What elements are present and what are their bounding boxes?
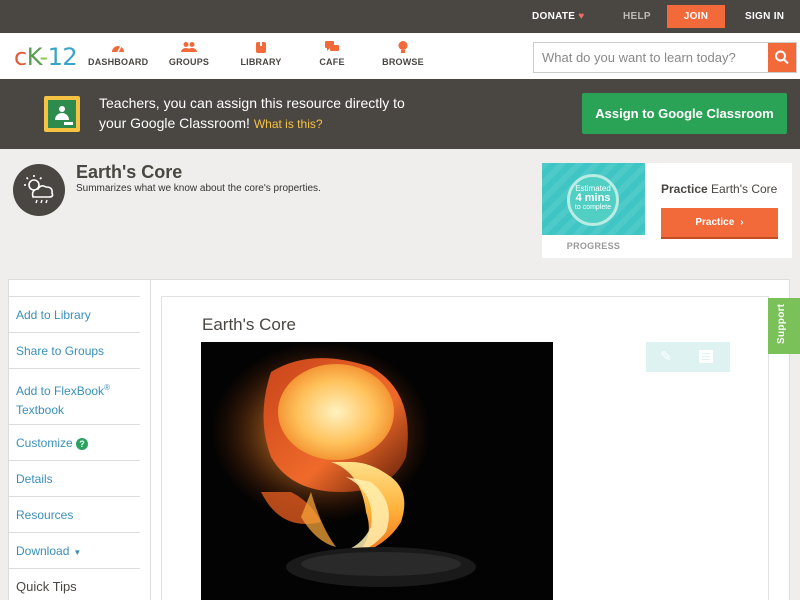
to-complete-label: to complete [574, 204, 612, 211]
nav-groups-label: GROUPS [168, 57, 210, 67]
share-to-groups-link[interactable]: Share to Groups [8, 332, 140, 368]
nav-browse-label: BROWSE [382, 57, 424, 67]
practice-card: Estimated 4 mins to complete PROGRESS Pr… [542, 163, 792, 258]
sidebar: Add to Library Share to Groups Add to Fl… [8, 296, 140, 600]
search-input[interactable] [534, 43, 769, 72]
cafe-icon [314, 41, 350, 57]
add-to-library-link[interactable]: Add to Library [8, 296, 140, 332]
main-nav: cK-12 DASHBOARD GROUPS LIBRARY CAFE BROW… [0, 33, 800, 79]
sidebar-divider [150, 279, 151, 600]
search-icon [775, 50, 789, 65]
support-label: Support [776, 303, 787, 344]
caret-down-icon: ▼ [73, 548, 82, 557]
textbook-label: Textbook [16, 403, 65, 417]
what-is-this-link[interactable]: What is this? [254, 117, 323, 131]
library-icon [239, 41, 283, 57]
search-box [533, 42, 797, 73]
chevron-right-icon: › [740, 217, 744, 228]
download-link[interactable]: Download ▼ [8, 532, 140, 568]
details-link[interactable]: Details [8, 460, 140, 496]
download-label: Download [16, 544, 70, 558]
customize-label: Customize [16, 436, 73, 450]
lesson-title: Earth's Core [202, 315, 296, 334]
add-to-flexbook-label: Add to FlexBook [16, 384, 105, 398]
nav-library-label: LIBRARY [240, 57, 282, 67]
molten-metal-image [201, 342, 553, 600]
estimated-minutes: 4 mins [575, 192, 611, 204]
banner-text-line2: your Google Classroom! [99, 115, 250, 131]
ck12-logo[interactable]: cK-12 [14, 43, 78, 71]
quick-tips-heading: Quick Tips [8, 568, 140, 600]
help-icon[interactable]: ? [76, 437, 89, 450]
logo-k: K [26, 43, 40, 71]
dashboard-icon [88, 41, 148, 57]
concept-subtitle: Summarizes what we know about the core's… [76, 183, 321, 194]
help-link[interactable]: HELP [623, 0, 651, 33]
banner-text-line1: Teachers, you can assign this resource d… [99, 95, 405, 111]
pencil-icon[interactable]: ✎ [660, 348, 672, 365]
nav-cafe-label: CAFE [319, 57, 345, 67]
estimated-time-badge: Estimated 4 mins to complete [567, 174, 619, 226]
groups-icon [167, 41, 211, 57]
practice-button-label: Practice [695, 217, 735, 228]
donate-link[interactable]: DONATE ♥ [532, 0, 585, 33]
top-utility-bar: DONATE ♥ HELP JOIN SIGN IN [0, 0, 800, 33]
add-to-flexbook-link[interactable]: Add to FlexBook® Textbook [8, 368, 140, 424]
customize-link[interactable]: Customize ? [8, 424, 140, 460]
practice-title-rest: Earth's Core [707, 182, 778, 196]
practice-thumbnail[interactable]: Estimated 4 mins to complete [542, 163, 645, 235]
browse-icon [381, 41, 425, 57]
logo-dash: - [39, 43, 48, 71]
practice-button[interactable]: Practice › [661, 208, 778, 239]
sign-in-link[interactable]: SIGN IN [745, 0, 784, 33]
nav-dashboard[interactable]: DASHBOARD [88, 41, 148, 67]
nav-groups[interactable]: GROUPS [167, 41, 211, 67]
donate-label: DONATE [532, 11, 576, 22]
weather-icon [13, 164, 65, 216]
support-tab[interactable]: Support [768, 298, 800, 354]
lesson-toolbar: ✎ [646, 342, 730, 372]
practice-title: Practice Earth's Core [661, 182, 777, 196]
progress-label: PROGRESS [566, 241, 621, 251]
nav-cafe[interactable]: CAFE [314, 41, 350, 67]
assign-to-google-classroom-button[interactable]: Assign to Google Classroom [582, 93, 787, 134]
logo-12: 12 [47, 43, 78, 71]
practice-title-bold: Practice [661, 182, 708, 196]
nav-dashboard-label: DASHBOARD [88, 57, 149, 67]
registered-mark: ® [104, 383, 110, 392]
nav-browse[interactable]: BROWSE [381, 41, 425, 67]
heart-icon: ♥ [578, 11, 585, 22]
google-classroom-icon [44, 96, 80, 132]
search-button[interactable] [768, 43, 796, 72]
join-button[interactable]: JOIN [667, 5, 725, 28]
banner-text: Teachers, you can assign this resource d… [99, 93, 499, 134]
logo-c: c [14, 43, 27, 71]
resources-link[interactable]: Resources [8, 496, 140, 532]
notes-icon[interactable] [699, 350, 713, 363]
concept-title: Earth's Core [76, 162, 183, 182]
nav-library[interactable]: LIBRARY [239, 41, 283, 67]
